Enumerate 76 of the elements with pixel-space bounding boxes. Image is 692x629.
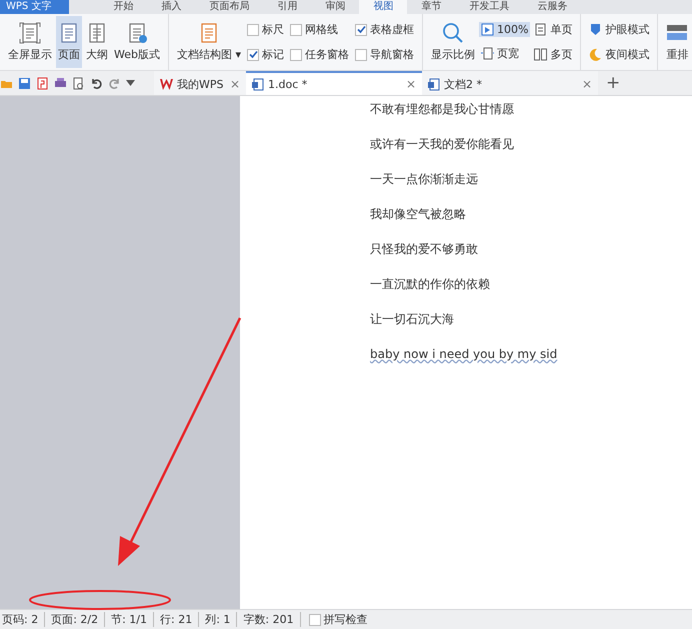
document-icon [428, 78, 440, 90]
pdf-icon[interactable] [36, 76, 49, 90]
menu-tab[interactable]: 开发工具 [455, 0, 524, 14]
close-icon[interactable]: × [406, 77, 416, 91]
fullscreen-icon [19, 22, 41, 44]
checkbox[interactable] [290, 48, 302, 60]
status-item: 行: 21 [160, 612, 200, 627]
redo-icon[interactable] [108, 76, 121, 90]
close-icon[interactable]: × [230, 77, 240, 91]
new-tab-button[interactable]: + [598, 73, 628, 93]
menu-tab[interactable]: 章节 [407, 0, 456, 14]
menu-tab[interactable]: 视图 [359, 0, 408, 14]
rearrange-windows-button[interactable]: 重排 [664, 16, 690, 68]
search-icon [442, 22, 464, 44]
text-line: 只怪我的爱不够勇敢 [370, 242, 479, 257]
text-line: baby now i need you by my sid [370, 347, 558, 362]
status-item: 列: 1 [205, 612, 238, 627]
save-icon[interactable] [18, 76, 31, 90]
document-tab[interactable]: 1.doc * × [246, 71, 422, 95]
checkbox-label: 表格虚框 [370, 22, 414, 37]
document-tab[interactable]: 文档2 * × [422, 71, 598, 95]
view-button[interactable]: Web版式 [112, 16, 162, 68]
view-button[interactable]: 页面 [56, 16, 82, 68]
checkbox[interactable] [247, 24, 260, 36]
zoom-button[interactable]: 显示比例 [429, 16, 478, 68]
checkbox[interactable] [308, 614, 321, 626]
moon-icon [589, 48, 602, 61]
text-line: 一天一点你渐渐走远 [370, 172, 479, 187]
document-icon [252, 78, 264, 90]
app-menu-button[interactable]: WPS 文字 [0, 0, 70, 14]
zoom-option-button[interactable]: 100% [479, 22, 530, 37]
print-icon[interactable] [54, 76, 67, 90]
checkbox-label: 导航窗格 [370, 47, 414, 62]
document-map-button[interactable]: 文档结构图 ▾ [174, 16, 244, 68]
menu-tab[interactable]: 插入 [147, 0, 196, 14]
status-item: 字数: 201 [243, 612, 301, 627]
mode-button[interactable]: 夜间模式 [587, 46, 652, 63]
zoom-option-button[interactable]: 单页 [532, 21, 574, 38]
text-line: 让一切石沉大海 [370, 312, 455, 327]
text-line: 不敢有埋怨都是我心甘情愿 [370, 102, 515, 117]
status-item: 页面: 2/2 [51, 612, 106, 627]
zoom-option-button[interactable]: 多页 [532, 46, 574, 63]
menu-tab[interactable]: 引用 [263, 0, 312, 14]
menu-tab[interactable]: 云服务 [523, 0, 582, 14]
checkbox-label: 标尺 [262, 22, 284, 37]
undo-icon[interactable] [90, 76, 103, 90]
text-line: 或许有一天我的爱你能看见 [370, 137, 515, 152]
page-icon [534, 23, 548, 36]
view-button[interactable]: 全屏显示 [6, 16, 54, 68]
document-tab[interactable]: 我的WPS × [154, 71, 246, 95]
checkbox-label: 任务窗格 [305, 47, 350, 62]
checkbox[interactable] [355, 48, 368, 60]
checkbox-label: 网格线 [305, 22, 338, 37]
text-line: 我却像空气被忽略 [370, 207, 467, 222]
pages-icon [534, 48, 548, 61]
zoom-option-button[interactable]: 页宽 [479, 45, 530, 62]
preview-icon[interactable] [72, 76, 85, 90]
checkbox[interactable] [290, 24, 302, 36]
checkbox-label: 标记 [262, 47, 284, 62]
checkbox[interactable] [355, 24, 368, 36]
w-logo-icon [160, 78, 173, 90]
status-item: 页码: 2 [2, 612, 46, 627]
page-icon [481, 23, 494, 36]
status-item: 节: 1/1 [111, 612, 154, 627]
mode-button[interactable]: 护眼模式 [587, 21, 652, 38]
view-button[interactable]: 大纲 [84, 16, 110, 68]
spellcheck-label: 拼写检查 [324, 612, 368, 627]
menu-tab[interactable]: 页面布局 [195, 0, 264, 14]
menu-tab[interactable]: 审阅 [311, 0, 360, 14]
menu-tab[interactable]: 开始 [99, 0, 148, 14]
close-icon[interactable]: × [582, 77, 592, 91]
dropdown-icon[interactable] [126, 80, 135, 86]
shield-icon [589, 23, 602, 36]
text-line: 一直沉默的作你的依赖 [370, 277, 491, 292]
page-width-icon [481, 47, 494, 60]
checkbox[interactable] [247, 48, 260, 60]
